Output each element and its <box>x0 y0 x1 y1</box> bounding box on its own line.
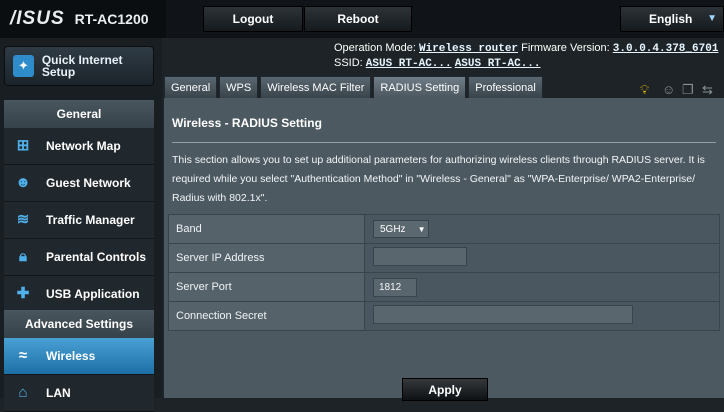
sidebar-item-label: Traffic Manager <box>46 213 135 227</box>
server-ip-input[interactable] <box>373 247 467 266</box>
table-row: Connection Secret <box>168 301 720 331</box>
sidebar-item-label: Parental Controls <box>46 250 147 264</box>
connection-secret-input[interactable] <box>373 305 633 324</box>
guest-network-icon: ☻ <box>15 174 31 191</box>
advanced-menu-group: Advanced Settings ≈ Wireless ⌂ LAN <box>4 310 154 412</box>
general-header: General <box>4 100 154 128</box>
lan-icon: ⌂ <box>18 384 28 401</box>
sidebar-item-label: Guest Network <box>46 176 131 190</box>
tab-radius-setting[interactable]: RADIUS Setting <box>373 76 467 98</box>
page-title: Wireless - RADIUS Setting <box>172 116 322 130</box>
wireless-icon: ≈ <box>18 347 28 364</box>
op-mode-label: Operation Mode: <box>334 42 416 54</box>
sidebar-item-lan[interactable]: ⌂ LAN <box>4 375 154 412</box>
tab-bar: General WPS Wireless MAC Filter RADIUS S… <box>164 76 543 98</box>
op-mode-link[interactable]: Wireless router <box>419 43 518 55</box>
brand: /ISUS RT-AC1200 <box>0 0 166 38</box>
sidebar-item-wireless[interactable]: ≈ Wireless <box>4 338 154 375</box>
router-model: RT-AC1200 <box>74 11 149 27</box>
server-ip-label: Server IP Address <box>168 243 365 273</box>
sidebar-item-label: Network Map <box>46 139 121 153</box>
advanced-settings-header: Advanced Settings <box>4 310 154 338</box>
server-port-input[interactable]: 1812 <box>373 277 417 297</box>
tab-wps[interactable]: WPS <box>219 76 259 98</box>
notification-bulb-icon[interactable]: 💡︎ <box>640 82 649 98</box>
sidebar-item-parental-controls[interactable]: 🔒︎ Parental Controls <box>4 239 154 276</box>
sidebar-item-label: USB Application <box>46 287 140 301</box>
quick-internet-setup-button[interactable]: ✦ Quick Internet Setup <box>4 46 154 86</box>
copy-icon[interactable]: ❐ <box>682 82 694 98</box>
connection-secret-label: Connection Secret <box>168 301 365 331</box>
page-description: This section allows you to set up additi… <box>172 154 705 204</box>
reboot-button[interactable]: Reboot <box>304 6 412 32</box>
ssid-line: SSID: ASUS RT-AC... ASUS RT-AC... <box>334 57 541 70</box>
operation-mode-line: Operation Mode: Wireless router Firmware… <box>334 42 718 55</box>
band-select[interactable]: 5GHz ▼ <box>373 220 429 238</box>
traffic-manager-icon: ≋ <box>16 211 30 228</box>
settings-panel: Wireless - RADIUS Setting This section a… <box>164 98 724 401</box>
magic-wand-icon: ✦ <box>13 55 34 77</box>
sidebar-item-traffic-manager[interactable]: ≋ Traffic Manager <box>4 202 154 239</box>
sidebar-item-label: LAN <box>46 386 71 400</box>
server-port-label: Server Port <box>168 272 365 302</box>
ssid-link-1[interactable]: ASUS RT-AC... <box>366 58 452 70</box>
usb-icon[interactable]: ⇆ <box>702 82 713 98</box>
firmware-label: Firmware Version: <box>521 42 610 54</box>
firmware-link[interactable]: 3.0.0.4.378_6701 <box>613 43 719 55</box>
asus-logo: /ISUS <box>10 8 65 29</box>
parental-controls-icon: 🔒︎ <box>19 248 27 265</box>
chevron-down-icon: ▼ <box>417 224 426 234</box>
sidebar-item-label: Wireless <box>46 349 96 363</box>
usb-application-icon: ✚ <box>16 285 30 302</box>
logout-button[interactable]: Logout <box>203 6 303 32</box>
quick-setup-label: Quick Internet Setup <box>41 53 123 79</box>
chevron-down-icon: ▼ <box>707 13 717 24</box>
network-map-icon: ⊞ <box>16 137 30 154</box>
tab-general[interactable]: General <box>164 76 218 98</box>
language-label: English <box>649 12 693 26</box>
title-divider <box>172 142 716 143</box>
table-row: Band 5GHz ▼ <box>168 214 720 244</box>
radius-settings-table: Band 5GHz ▼ Server IP Address Server Por… <box>168 214 720 331</box>
main-content: Operation Mode: Wireless router Firmware… <box>162 38 724 401</box>
sidebar-item-guest-network[interactable]: ☻ Guest Network <box>4 165 154 202</box>
tab-professional[interactable]: Professional <box>468 76 543 98</box>
sidebar-item-usb-application[interactable]: ✚ USB Application <box>4 276 154 313</box>
clients-icon[interactable]: ☺ <box>662 82 675 97</box>
top-bar: /ISUS RT-AC1200 Logout Reboot English ▼ <box>0 0 724 38</box>
sidebar-item-network-map[interactable]: ⊞ Network Map <box>4 128 154 165</box>
table-row: Server IP Address <box>168 243 720 273</box>
sidebar: ✦ Quick Internet Setup General ⊞ Network… <box>0 38 162 412</box>
tab-wireless-mac-filter[interactable]: Wireless MAC Filter <box>260 76 372 98</box>
language-select[interactable]: English ▼ <box>620 6 724 32</box>
general-menu-group: General ⊞ Network Map ☻ Guest Network ≋ … <box>4 100 154 313</box>
band-label: Band <box>168 214 365 244</box>
band-value: 5GHz <box>380 223 406 235</box>
table-row: Server Port 1812 <box>168 272 720 302</box>
ssid-link-2[interactable]: ASUS RT-AC... <box>455 58 541 70</box>
ssid-label: SSID: <box>334 57 363 69</box>
